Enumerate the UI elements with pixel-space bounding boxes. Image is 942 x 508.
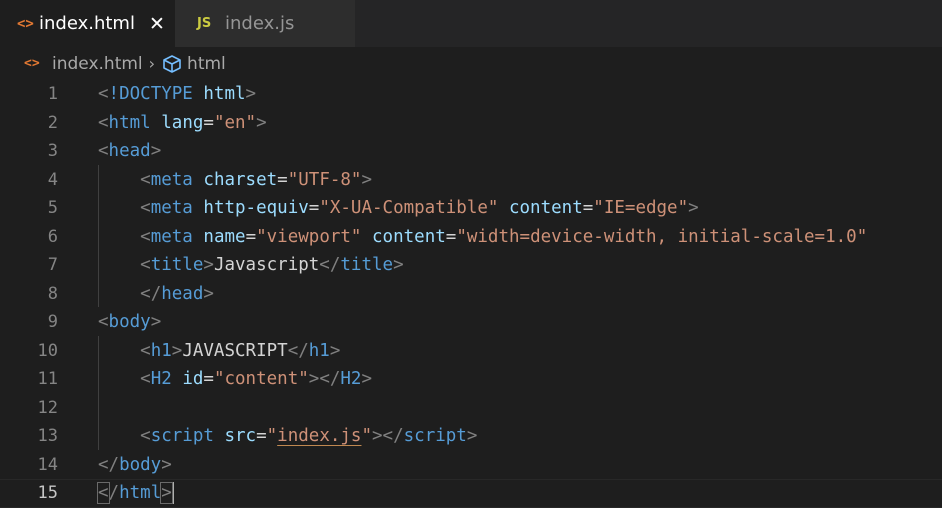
code-editor[interactable]: 1 <!DOCTYPE html> 2 <html lang="en"> 3 <… <box>0 80 942 508</box>
code-line: 7 <title>Javascript</title> <box>0 251 942 280</box>
src-link[interactable]: index.js <box>277 426 361 446</box>
code-line: 10 <h1>JAVASCRIPT</h1> <box>0 337 942 366</box>
line-number: 7 <box>47 255 58 276</box>
tab-index-js[interactable]: JS index.js <box>175 0 355 47</box>
tab-bar: <> index.html ✕ JS index.js <box>0 0 942 47</box>
code-line: 5 <meta http-equiv="X-UA-Compatible" con… <box>0 194 942 223</box>
line-number: 8 <box>47 283 58 304</box>
line-number: 4 <box>47 169 58 190</box>
line-number: 9 <box>47 312 58 333</box>
html-file-icon: <> <box>17 15 34 32</box>
tab-label: index.js <box>225 13 295 34</box>
line-number: 6 <box>47 226 58 247</box>
code-line: 14 </body> <box>0 451 942 480</box>
breadcrumb: <> index.html › html <box>0 47 942 80</box>
line-number: 11 <box>37 369 58 390</box>
text-cursor <box>171 482 174 505</box>
chevron-right-icon: › <box>148 54 156 73</box>
code-line: 13 <script src="index.js"></script> <box>0 422 942 451</box>
code-line: 3 <head> <box>0 137 942 166</box>
line-number: 1 <box>47 84 58 105</box>
breadcrumb-symbol[interactable]: html <box>187 54 226 74</box>
js-file-icon: JS <box>197 16 212 31</box>
line-number: 5 <box>47 198 58 219</box>
html-file-icon: <> <box>24 56 40 71</box>
code-line-current: 15 </html> <box>0 479 942 508</box>
line-number: 3 <box>47 141 58 162</box>
line-number: 15 <box>37 483 58 504</box>
code-line: 8 </head> <box>0 280 942 309</box>
tab-label: index.html <box>39 13 135 34</box>
code-line: 1 <!DOCTYPE html> <box>0 80 942 109</box>
code-line: 12 <box>0 394 942 423</box>
line-number: 13 <box>37 426 58 447</box>
tab-index-html[interactable]: <> index.html ✕ <box>0 0 175 47</box>
code-line: 9 <body> <box>0 308 942 337</box>
line-number: 2 <box>47 112 58 133</box>
code-line: 6 <meta name="viewport" content="width=d… <box>0 223 942 252</box>
close-icon[interactable]: ✕ <box>149 13 165 35</box>
line-number: 14 <box>37 454 58 475</box>
line-number: 10 <box>37 340 58 361</box>
breadcrumb-file[interactable]: index.html <box>52 54 143 74</box>
code-line: 4 <meta charset="UTF-8"> <box>0 166 942 195</box>
line-number: 12 <box>37 397 58 418</box>
code-line: 2 <html lang="en"> <box>0 109 942 138</box>
code-line: 11 <H2 id="content"></H2> <box>0 365 942 394</box>
symbol-cube-icon <box>163 54 181 73</box>
